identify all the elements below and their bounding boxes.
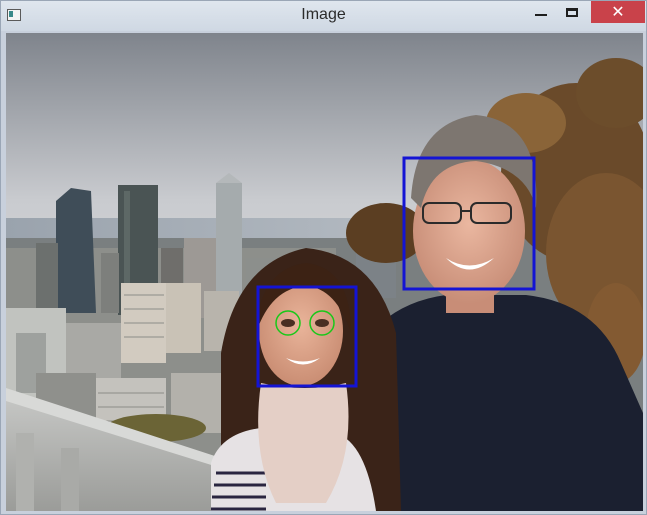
image-canvas xyxy=(6,33,643,511)
minimize-icon xyxy=(535,14,547,16)
photo-image xyxy=(6,33,643,511)
maximize-button[interactable] xyxy=(554,1,590,23)
image-window: Image ✕ xyxy=(0,0,647,515)
maximize-icon xyxy=(566,7,578,17)
title-bar[interactable]: Image ✕ xyxy=(1,1,646,31)
close-icon: ✕ xyxy=(611,2,625,21)
close-button[interactable]: ✕ xyxy=(591,1,645,23)
